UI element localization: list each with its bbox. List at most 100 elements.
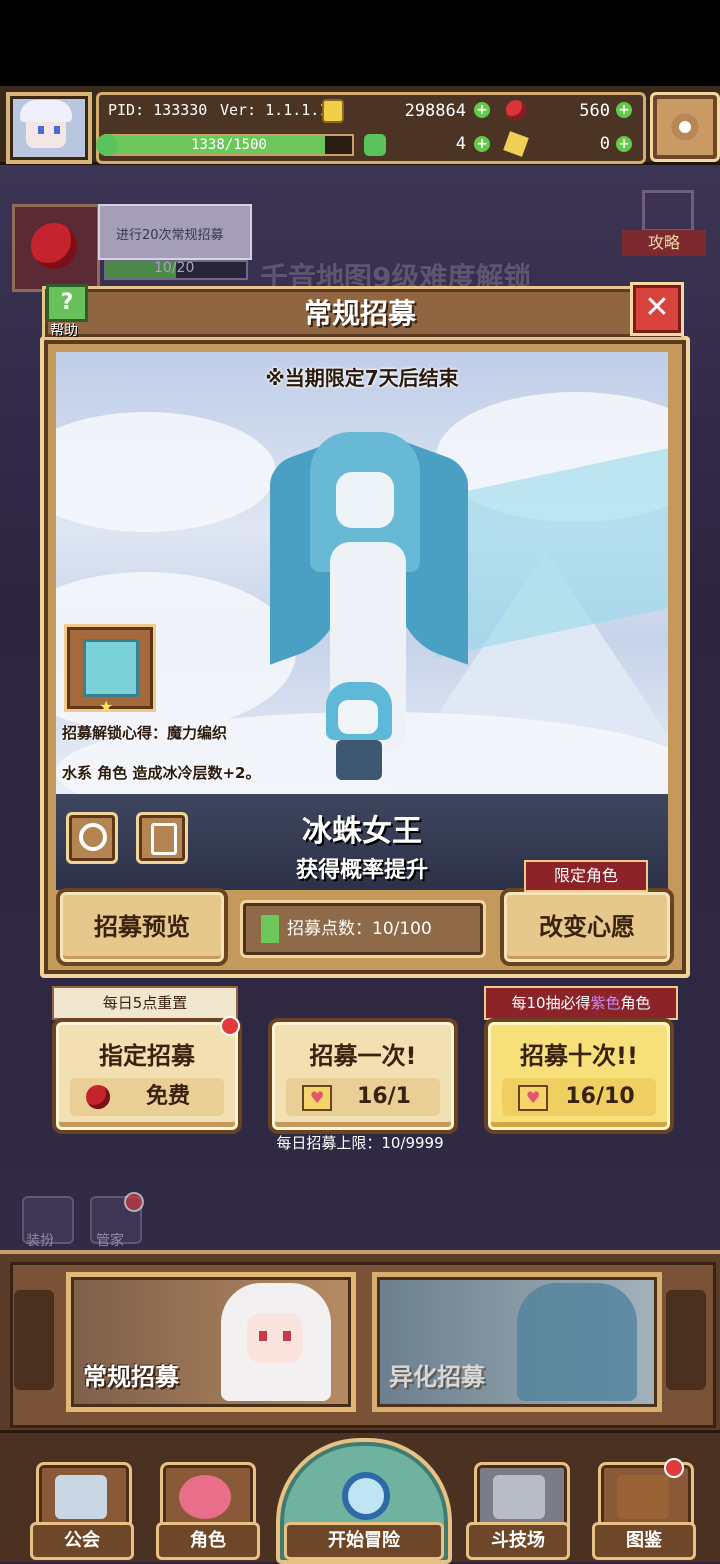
nav-arena-label[interactable]: 斗技场	[466, 1522, 570, 1560]
normal-recruit-label: 常规招募	[83, 1363, 179, 1391]
recruit-once-cost-value: 16/1	[357, 1084, 411, 1109]
recruit-ten-cost: 16/10	[502, 1078, 656, 1116]
normal-recruit-banner[interactable]: 常规招募	[66, 1272, 356, 1412]
gold-amount: 298864	[404, 101, 466, 121]
red-orb-icon	[86, 1085, 110, 1109]
xp-bar: 1338/1500	[104, 134, 354, 156]
avatar-eye-right	[54, 126, 60, 134]
unlock-insight-line: 招募解锁心得：魔力编织	[62, 722, 227, 743]
designated-cost-value: 免费	[145, 1084, 190, 1109]
heart-ticket-icon	[302, 1085, 332, 1111]
recruit-ten-button[interactable]: 招募十次!! 16/10	[484, 1018, 674, 1134]
change-wish-button[interactable]: 改变心愿	[500, 888, 674, 966]
question-icon: ?	[46, 284, 88, 322]
designated-cost: 免费	[70, 1078, 224, 1116]
settings-button[interactable]	[650, 92, 720, 162]
girl-face	[247, 1313, 303, 1363]
gem-amount: 560	[579, 101, 610, 121]
white-hair-girl-art	[221, 1283, 331, 1401]
notification-dot	[220, 1016, 240, 1036]
recruit-once-label: 招募一次!	[309, 1042, 417, 1070]
ticket-amount: 0	[599, 134, 610, 154]
avatar-eye-left	[38, 126, 44, 134]
cloud	[56, 412, 276, 532]
add-clover-icon[interactable]: +	[474, 136, 490, 152]
recruit-points-box: 招募点数：10/100	[240, 900, 486, 958]
girl-eye	[259, 1331, 267, 1341]
coin-icon	[322, 99, 344, 123]
dress-up-label: 装扮	[26, 1233, 54, 1249]
start-adventure-label[interactable]: 开始冒险	[284, 1522, 444, 1560]
guarantee-tag: 每10抽必得紫色角色	[484, 986, 678, 1020]
add-gem-icon[interactable]: +	[616, 102, 632, 118]
notification-dot	[124, 1192, 144, 1212]
book-icon	[617, 1475, 669, 1519]
add-ticket-icon[interactable]: +	[616, 136, 632, 152]
magnifier-icon	[342, 1472, 390, 1520]
butler-label: 管家	[96, 1233, 124, 1249]
nav-guild-label[interactable]: 公会	[30, 1522, 134, 1560]
guarantee-pre: 每10抽必得	[511, 994, 591, 1012]
recruit-ten-cost-value: 16/10	[565, 1084, 635, 1109]
player-avatar[interactable]	[6, 92, 92, 164]
recruit-once-button[interactable]: 招募一次! 16/1	[268, 1018, 458, 1134]
red-orb-icon	[31, 223, 77, 269]
quest-box[interactable]: 进行20次常规招募	[98, 204, 252, 260]
guide-button[interactable]: 攻略	[620, 190, 708, 260]
guarantee-color: 紫色	[590, 994, 621, 1012]
spellbook-icon	[83, 639, 139, 697]
game-version: Ver: 1.1.1.13	[220, 101, 338, 119]
mutation-recruit-label: 异化招募	[389, 1363, 485, 1391]
limited-character-tag: 限定角色	[524, 860, 648, 892]
star-icon: ★	[99, 697, 114, 716]
quest-progress-bar: 10/20	[104, 260, 248, 280]
system-status-bar	[0, 0, 720, 86]
scroll-left-tab[interactable]	[14, 1290, 54, 1390]
crossed-swords-icon	[493, 1475, 545, 1519]
unlock-name: 魔力编织	[167, 724, 228, 742]
recruit-preview-button[interactable]: 招募预览	[56, 888, 228, 966]
daily-reset-tag: 每日5点重置	[52, 986, 238, 1020]
girl-eye	[283, 1331, 291, 1341]
add-gold-icon[interactable]: +	[474, 102, 490, 118]
red-gem-icon	[506, 100, 526, 120]
clover-amount: 4	[455, 134, 466, 154]
blue-girl-art	[517, 1283, 637, 1401]
character-name: 冰蛛女王	[302, 814, 422, 849]
recruit-panel-title: 常规招募	[303, 297, 416, 330]
unlock-prefix: 招募解锁心得：	[62, 724, 168, 742]
quest-icon[interactable]	[12, 204, 100, 292]
xp-orb-icon	[96, 134, 118, 156]
clover-icon	[364, 134, 386, 156]
designated-recruit-button[interactable]: 指定招募 免费	[52, 1018, 242, 1134]
character-portrait-icon	[179, 1475, 231, 1519]
guarantee-post: 角色	[620, 994, 651, 1012]
close-icon: ✕	[644, 290, 670, 325]
mutation-recruit-banner[interactable]: 异化招募	[372, 1272, 662, 1412]
avatar-hair	[20, 100, 72, 122]
help-label: 帮助	[50, 323, 78, 339]
chibi-body	[336, 740, 382, 780]
gear-icon	[671, 113, 699, 141]
help-button[interactable]: ? 帮助	[42, 284, 88, 339]
character-face	[336, 472, 394, 528]
notification-dot	[664, 1458, 684, 1478]
recruit-ten-label: 招募十次!!	[520, 1042, 638, 1070]
limited-period-note: ※当期限定7天后结束	[265, 366, 459, 390]
quest-progress-text: 10/20	[154, 260, 195, 276]
chibi-face	[338, 700, 378, 734]
quest-text: 进行20次常规招募	[116, 228, 224, 243]
recruit-once-cost: 16/1	[286, 1078, 440, 1116]
guild-building-icon	[55, 1475, 107, 1519]
nav-characters-label[interactable]: 角色	[156, 1522, 260, 1560]
player-id: PID: 133330	[108, 101, 208, 119]
scroll-right-tab[interactable]	[666, 1290, 706, 1390]
unlock-book-button[interactable]: ★	[64, 624, 156, 716]
unlock-effect: 水系 角色 造成冰冷层数+2。	[62, 764, 261, 782]
points-fill	[261, 915, 279, 943]
heart-ticket-icon	[518, 1085, 548, 1111]
designated-recruit-label: 指定招募	[99, 1042, 195, 1070]
close-button[interactable]: ✕	[630, 282, 684, 336]
xp-text: 1338/1500	[191, 137, 267, 153]
nav-codex-label[interactable]: 图鉴	[592, 1522, 696, 1560]
